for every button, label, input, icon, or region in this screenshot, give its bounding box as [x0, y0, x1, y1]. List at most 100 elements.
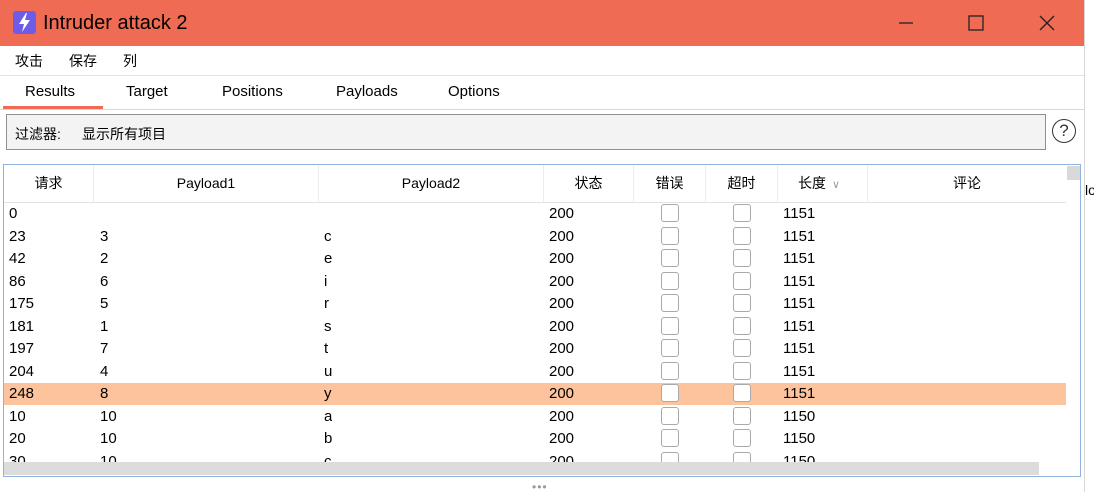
- table-row[interactable]: 23 3 c 200 1151: [4, 226, 1066, 248]
- column-header-payload2[interactable]: Payload2: [319, 165, 544, 202]
- cell-length: 1150: [783, 407, 816, 425]
- cell-status: 200: [549, 250, 575, 267]
- column-header-payload1[interactable]: Payload1: [94, 165, 319, 202]
- column-header-length[interactable]: 长度 ∨: [778, 165, 868, 202]
- cell-payload2: i: [324, 272, 328, 290]
- filter-bar[interactable]: 过滤器: 显示所有项目: [6, 114, 1046, 150]
- cell-status: 200: [549, 317, 575, 335]
- menu-attack[interactable]: 攻击: [15, 52, 43, 70]
- error-checkbox: [661, 294, 679, 312]
- minimize-button[interactable]: [871, 0, 941, 46]
- cell-payload2: u: [324, 362, 333, 380]
- horizontal-scrollbar[interactable]: [4, 462, 1039, 475]
- tab-payloads[interactable]: Payloads: [336, 83, 398, 101]
- table-row[interactable]: 42 2 e 200 1151: [4, 248, 1066, 270]
- tab-options[interactable]: Options: [448, 83, 500, 101]
- menu-columns[interactable]: 列: [123, 52, 137, 70]
- cell-status: 200: [549, 430, 575, 447]
- cell-payload2: c: [324, 227, 332, 245]
- cell-payload1: 7: [100, 340, 109, 357]
- table-header: 请求 Payload1 Payload2 状态 错误 超时 长度 ∨ 评论: [4, 165, 1066, 203]
- timeout-checkbox: [733, 249, 751, 267]
- timeout-checkbox: [733, 361, 751, 380]
- error-checkbox: [661, 406, 679, 425]
- cell-payload1: 4: [100, 362, 109, 380]
- timeout-checkbox: [733, 339, 751, 357]
- error-checkbox: [661, 361, 679, 380]
- cell-length: 1151: [783, 250, 816, 267]
- column-header-status[interactable]: 状态: [544, 165, 634, 202]
- error-checkbox: [661, 384, 679, 402]
- cell-length: 1151: [783, 317, 816, 335]
- tab-positions[interactable]: Positions: [222, 83, 283, 101]
- table-row[interactable]: 175 5 r 200 1151: [4, 293, 1066, 315]
- cell-payload2: b: [324, 430, 333, 447]
- column-header-timeout[interactable]: 超时: [706, 165, 778, 202]
- menu-save[interactable]: 保存: [69, 52, 97, 70]
- tab-bar: Results Target Positions Payloads Option…: [0, 76, 1084, 110]
- cell-payload1: 10: [100, 407, 117, 425]
- vertical-scrollbar[interactable]: [1067, 166, 1080, 180]
- table-row[interactable]: 10 10 a 200 1150: [4, 406, 1066, 428]
- cell-payload1: 5: [100, 295, 109, 312]
- cell-length: 1151: [783, 295, 816, 312]
- cell-request: 204: [9, 362, 35, 380]
- cell-request: 10: [9, 407, 26, 425]
- lightning-icon: [13, 11, 36, 34]
- cell-status: 200: [549, 295, 575, 312]
- cell-request: 42: [9, 250, 26, 267]
- timeout-checkbox: [733, 294, 751, 312]
- cell-request: 23: [9, 227, 26, 245]
- title-bar[interactable]: Intruder attack 2: [0, 0, 1084, 46]
- table-row[interactable]: 0 200 1151: [4, 203, 1066, 225]
- table-row[interactable]: 20 10 b 200 1150: [4, 428, 1066, 450]
- timeout-checkbox: [733, 271, 751, 290]
- error-checkbox: [661, 271, 679, 290]
- background-window-text: lo: [1085, 182, 1094, 198]
- maximize-icon: [968, 15, 984, 31]
- cell-status: 200: [549, 340, 575, 357]
- column-header-comment[interactable]: 评论: [868, 165, 1066, 202]
- cell-length: 1151: [783, 227, 816, 245]
- timeout-checkbox: [733, 204, 751, 222]
- cell-status: 200: [549, 385, 575, 402]
- cell-payload2: s: [324, 317, 332, 335]
- cell-status: 200: [549, 227, 575, 245]
- cell-request: 248: [9, 385, 35, 402]
- cell-status: 200: [549, 407, 575, 425]
- sort-descending-icon: ∨: [832, 179, 841, 191]
- filter-value: 显示所有项目: [82, 126, 166, 142]
- cell-status: 200: [549, 272, 575, 290]
- timeout-checkbox: [733, 406, 751, 425]
- column-header-error[interactable]: 错误: [634, 165, 706, 202]
- cell-length: 1151: [783, 340, 816, 357]
- tab-target[interactable]: Target: [126, 83, 168, 101]
- timeout-checkbox: [733, 384, 751, 402]
- close-button[interactable]: [1012, 0, 1082, 46]
- cell-payload2: y: [324, 385, 332, 402]
- cell-request: 197: [9, 340, 35, 357]
- cell-status: 200: [549, 205, 575, 222]
- table-row[interactable]: 204 4 u 200 1151: [4, 361, 1066, 383]
- cell-payload2: a: [324, 407, 333, 425]
- table-row[interactable]: 197 7 t 200 1151: [4, 338, 1066, 360]
- cell-request: 20: [9, 430, 26, 447]
- maximize-button[interactable]: [941, 0, 1011, 46]
- table-row[interactable]: 86 6 i 200 1151: [4, 271, 1066, 293]
- error-checkbox: [661, 204, 679, 222]
- cell-request: 181: [9, 317, 35, 335]
- timeout-checkbox: [733, 316, 751, 335]
- menu-bar: 攻击 保存 列: [0, 46, 1084, 76]
- cell-payload1: 1: [100, 317, 109, 335]
- help-icon[interactable]: ?: [1052, 119, 1076, 143]
- cell-status: 200: [549, 362, 575, 380]
- tab-results[interactable]: Results: [25, 83, 75, 101]
- error-checkbox: [661, 429, 679, 447]
- window-title: Intruder attack 2: [43, 12, 188, 34]
- table-row[interactable]: 248 8 y 200 1151: [4, 383, 1066, 405]
- cell-length: 1151: [783, 362, 816, 380]
- table-row[interactable]: 181 1 s 200 1151: [4, 316, 1066, 338]
- column-header-request[interactable]: 请求: [4, 165, 94, 202]
- results-table: 请求 Payload1 Payload2 状态 错误 超时 长度 ∨ 评论 0 20…: [3, 164, 1081, 477]
- cell-length: 1151: [783, 205, 816, 222]
